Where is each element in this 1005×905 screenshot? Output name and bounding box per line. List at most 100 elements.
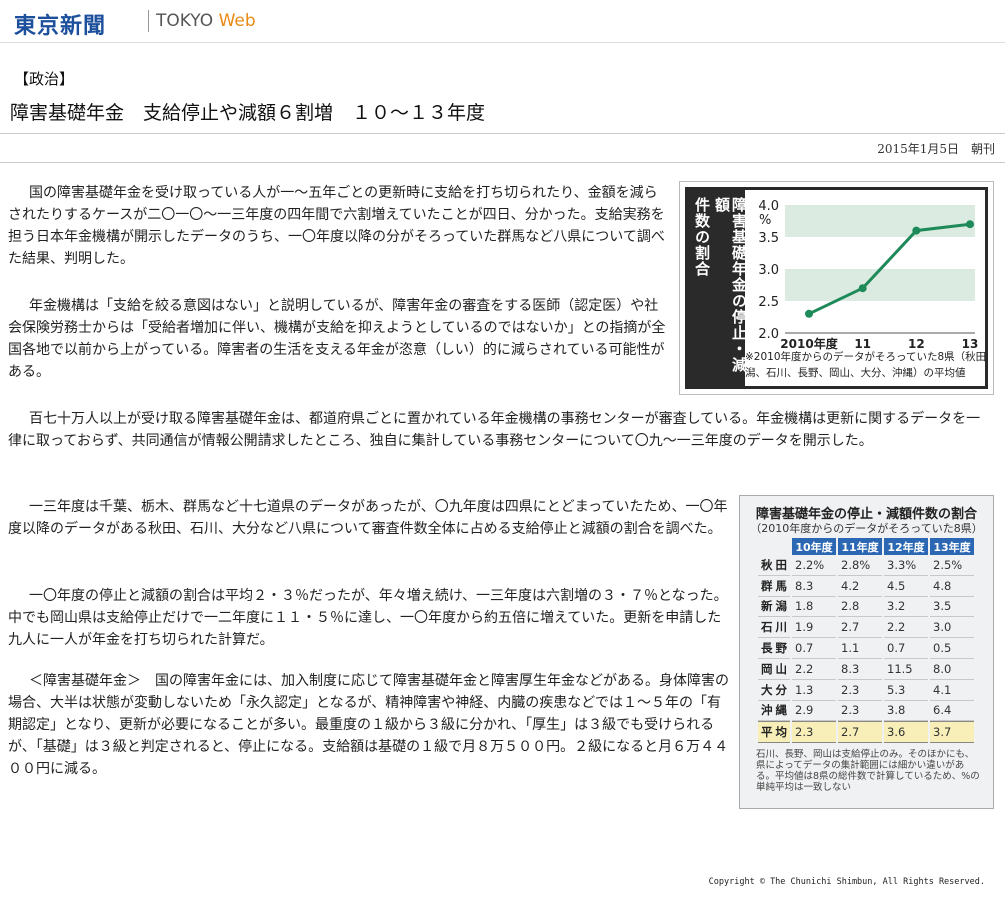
logo-tokyo-web[interactable]: TOKYO Web: [156, 11, 256, 31]
value-cell: 2.5%: [930, 555, 974, 576]
prefecture-cell: 群馬: [758, 576, 790, 597]
y-unit-label: %: [759, 213, 771, 228]
chart-note-line: ※2010年度からのデータがそろっていた8県（秋田、群馬、新: [745, 350, 985, 363]
article-paragraph: 国の障害基礎年金を受け取っている人が一～五年ごとの更新時に支給を打ち切られたり、…: [8, 185, 665, 267]
average-label: 平均: [758, 721, 790, 744]
data-table-figure: 障害基礎年金の停止・減額件数の割合 （2010年度からのデータがそろっていた8県…: [739, 495, 994, 809]
value-cell: 3.8: [884, 701, 928, 722]
table-row: 新潟 1.8 2.8 3.2 3.5: [758, 597, 974, 618]
article-paragraph: ＜障害基礎年金＞ 国の障害年金には、加入制度に応じて障害基礎年金と障害厚生年金な…: [8, 673, 729, 777]
article-category: 【政治】: [14, 70, 75, 88]
prefecture-cell: 秋田: [758, 555, 790, 576]
table-row: 大分 1.3 2.3 5.3 4.1: [758, 680, 974, 701]
data-point: [912, 226, 921, 235]
copyright: Copyright © The Chunichi Shimbun, All Ri…: [708, 877, 985, 887]
article-paragraph: 一〇年度の停止と減額の割合は平均２・３％だったが、年々増え続け、一三年度は六割増…: [8, 588, 728, 648]
table-subtitle: （2010年度からのデータがそろっていた8県）: [750, 522, 983, 535]
article-paragraph: 年金機構は「支給を絞る意図はない」と説明しているが、障害年金の審査をする医師（認…: [8, 298, 666, 380]
x-tick-label: 11: [854, 337, 871, 351]
column-header: 10年度: [792, 538, 836, 555]
grid-band: [785, 205, 975, 237]
table-row: 石川 1.9 2.7 2.2 3.0: [758, 617, 974, 639]
value-cell: 1.3: [792, 680, 836, 701]
prefecture-cell: 長野: [758, 638, 790, 659]
chart-title-line2: 件数の割合: [693, 197, 711, 277]
x-tick-label: 2010年度: [780, 336, 838, 351]
value-cell: 5.3: [884, 680, 928, 701]
data-table: 10年度 11年度 12年度 13年度 秋田 2.2% 2.8% 3.3% 2.5% 群…: [756, 538, 976, 744]
line-chart: 4.0 3.5 3.0 2.5 2.0% 2010年度 11 12 13※2010年度からのデー…: [745, 199, 1005, 379]
line-chart-figure: 障害基礎年金の停止・減額 件数の割合 4.0 3.5 3.0 2.5 2.0% 2010年…: [679, 181, 1005, 395]
site-header: 東京新聞 TOKYO Web: [0, 0, 1005, 43]
value-cell: 0.5: [930, 638, 974, 659]
value-cell: 2.7: [838, 617, 882, 639]
table-row: 長野 0.7 1.1 0.7 0.5: [758, 638, 974, 659]
table-corner: [758, 538, 790, 555]
y-tick-label: 3.0: [758, 263, 779, 278]
chart-panel: 障害基礎年金の停止・減額 件数の割合 4.0 3.5 3.0 2.5 2.0% 2010年…: [685, 187, 1005, 389]
article-paragraph: 一三年度は千葉、栃木、群馬など十七道県のデータがあったが、〇九年度は四県にとどま…: [8, 499, 728, 537]
value-cell: 2.9: [792, 701, 836, 722]
value-cell: 2.2%: [792, 555, 836, 576]
prefecture-cell: 石川: [758, 617, 790, 639]
value-cell: 1.8: [792, 597, 836, 618]
value-cell: 4.2: [838, 576, 882, 597]
prefecture-cell: 大分: [758, 680, 790, 701]
article-date: 2015年1月5日 朝刊: [877, 142, 995, 156]
column-header: 11年度: [838, 538, 882, 555]
y-tick-label: 2.5: [758, 295, 779, 310]
prefecture-cell: 沖縄: [758, 701, 790, 722]
value-cell: 2.3: [838, 701, 882, 722]
value-cell: 4.5: [884, 576, 928, 597]
average-row: 平均 2.3 2.7 3.6 3.7: [758, 721, 974, 744]
column-header: 13年度: [930, 538, 974, 555]
prefecture-cell: 岡山: [758, 659, 790, 680]
average-cell: 3.7: [930, 721, 974, 744]
value-cell: 1.1: [838, 638, 882, 659]
logo-web-text: Web: [218, 11, 256, 31]
y-tick-label: 2.0: [758, 327, 779, 342]
average-cell: 3.6: [884, 721, 928, 744]
chart-title-line1: 障害基礎年金の停止・減額: [713, 197, 748, 373]
value-cell: 3.3%: [884, 555, 928, 576]
y-tick-label: 4.0: [758, 199, 779, 214]
table-row: 沖縄 2.9 2.3 3.8 6.4: [758, 701, 974, 722]
logo-tokyo-shimbun[interactable]: 東京新聞: [14, 8, 106, 40]
data-point: [805, 309, 813, 318]
data-point: [966, 220, 974, 229]
value-cell: 2.2: [884, 617, 928, 639]
table-header-row: 10年度 11年度 12年度 13年度: [758, 538, 974, 555]
column-header: 12年度: [884, 538, 928, 555]
grid-band: [785, 269, 975, 301]
average-cell: 2.7: [838, 721, 882, 744]
chart-note-line: 潟、石川、長野、岡山、大分、沖縄）の平均値: [745, 366, 966, 379]
value-cell: 8.3: [838, 659, 882, 680]
value-cell: 0.7: [884, 638, 928, 659]
value-cell: 3.5: [930, 597, 974, 618]
data-point: [858, 284, 867, 293]
value-cell: 8.3: [792, 576, 836, 597]
divider: [0, 133, 1005, 134]
x-tick-label: 13: [962, 337, 979, 351]
value-cell: 3.2: [884, 597, 928, 618]
table-note: 石川、長野、岡山は支給停止のみ。そのほかにも、県によってデータの集計範囲には細か…: [756, 749, 980, 793]
table-row: 群馬 8.3 4.2 4.5 4.8: [758, 576, 974, 597]
article-paragraph: 百七十万人以上が受け取る障害基礎年金は、都道府県ごとに置かれている年金機構の事務…: [8, 411, 981, 449]
article-headline: 障害基礎年金 支給停止や減額６割増 １０～１３年度: [10, 102, 486, 124]
value-cell: 2.2: [792, 659, 836, 680]
logo-tokyo-text: TOKYO: [156, 11, 214, 31]
prefecture-cell: 新潟: [758, 597, 790, 618]
value-cell: 2.8: [838, 597, 882, 618]
value-cell: 6.4: [930, 701, 974, 722]
logo-divider: [148, 10, 149, 32]
value-cell: 3.0: [930, 617, 974, 639]
table-row: 岡山 2.2 8.3 11.5 8.0: [758, 659, 974, 680]
value-cell: 4.8: [930, 576, 974, 597]
table-row: 秋田 2.2% 2.8% 3.3% 2.5%: [758, 555, 974, 576]
value-cell: 4.1: [930, 680, 974, 701]
x-tick-label: 12: [908, 337, 925, 351]
chart-plot-area: 4.0 3.5 3.0 2.5 2.0% 2010年度 11 12 13 ※2010年度からのデー…: [745, 190, 1005, 386]
y-tick-label: 3.5: [758, 231, 779, 246]
average-cell: 2.3: [792, 721, 836, 744]
value-cell: 0.7: [792, 638, 836, 659]
